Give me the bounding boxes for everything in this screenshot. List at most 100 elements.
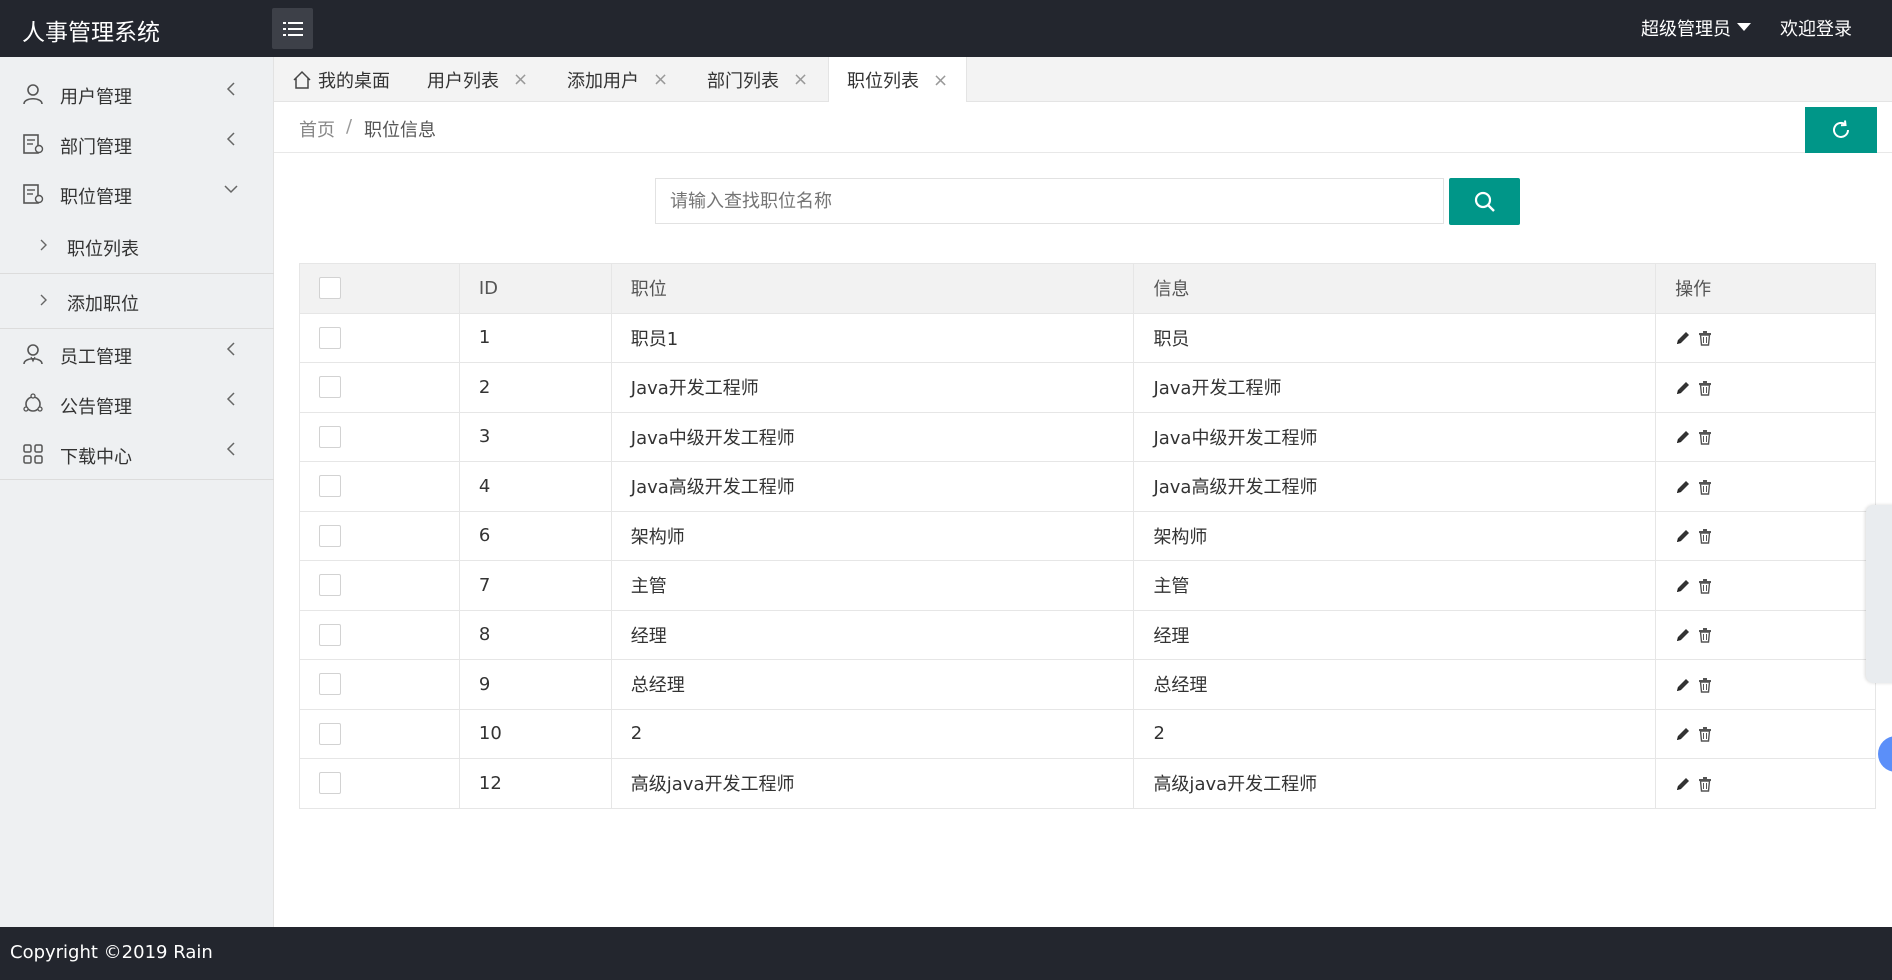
- delete-icon[interactable]: [1697, 330, 1713, 346]
- delete-icon[interactable]: [1697, 479, 1713, 495]
- cell-id: 12: [458, 758, 612, 809]
- sidebar-item-department-management[interactable]: 部门管理: [0, 119, 274, 169]
- close-icon[interactable]: ×: [653, 69, 668, 90]
- edit-icon[interactable]: [1675, 677, 1691, 693]
- tab-my-desktop[interactable]: 我的桌面: [292, 57, 390, 102]
- sidebar-item-label: 公告管理: [60, 397, 132, 418]
- edit-icon[interactable]: [1675, 627, 1691, 643]
- sidebar-item-employee-management[interactable]: 员工管理: [0, 329, 274, 379]
- edit-icon[interactable]: [1675, 429, 1691, 445]
- tab-user-list[interactable]: 用户列表 ×: [427, 57, 528, 102]
- position-search-input[interactable]: [655, 178, 1444, 224]
- sidebar-subitem-label: 添加职位: [67, 294, 139, 315]
- app-title: 人事管理系统: [22, 20, 160, 46]
- tab-bar: 我的桌面 用户列表 × 添加用户 × 部门列表 × 职位列表 ×: [274, 57, 1892, 103]
- refresh-icon: [1833, 120, 1849, 138]
- row-checkbox[interactable]: [319, 475, 341, 498]
- delete-icon[interactable]: [1697, 528, 1713, 544]
- close-icon[interactable]: ×: [513, 69, 528, 90]
- welcome-link[interactable]: 欢迎登录: [1780, 15, 1852, 41]
- table-row: 6 架构师 架构师: [299, 510, 1876, 561]
- cell-actions: [1655, 609, 1876, 660]
- delete-icon[interactable]: [1697, 776, 1713, 792]
- row-checkbox[interactable]: [319, 574, 341, 597]
- tab-position-list[interactable]: 职位列表 ×: [828, 57, 968, 103]
- row-checkbox[interactable]: [319, 722, 341, 745]
- breadcrumb-separator: /: [346, 116, 353, 137]
- breadcrumb-home[interactable]: 首页: [299, 116, 335, 142]
- sidebar-item-user-management[interactable]: 用户管理: [0, 69, 274, 119]
- chevron-right-icon: [40, 239, 47, 251]
- edit-icon[interactable]: [1675, 726, 1691, 742]
- select-all-checkbox[interactable]: [319, 277, 341, 300]
- tab-add-user[interactable]: 添加用户 ×: [567, 57, 668, 102]
- cell-actions: [1655, 312, 1876, 363]
- table-row: 3 Java中级开发工程师 Java中级开发工程师: [299, 411, 1876, 462]
- cell-position: 经理: [610, 609, 1135, 660]
- sidebar-item-position-management[interactable]: 职位管理: [0, 169, 274, 219]
- close-icon[interactable]: ×: [793, 69, 808, 90]
- cell-info: Java开发工程师: [1133, 362, 1657, 413]
- edit-icon[interactable]: [1675, 578, 1691, 594]
- cell-actions: [1655, 708, 1876, 759]
- tab-label: 用户列表: [427, 70, 499, 92]
- user-icon: [23, 84, 43, 105]
- tab-department-list[interactable]: 部门列表 ×: [707, 57, 808, 102]
- cell-actions: [1655, 461, 1876, 512]
- position-icon: [23, 184, 44, 204]
- floating-assistant-button[interactable]: [1878, 736, 1892, 772]
- breadcrumb-current: 职位信息: [364, 120, 436, 141]
- edit-icon[interactable]: [1675, 330, 1691, 346]
- employee-icon: [23, 344, 43, 365]
- position-table: ID 职位 信息 操作 1 职员1 职员 2 Java开发工程师 Java开发工程师 3 Ja…: [299, 263, 1876, 809]
- delete-icon[interactable]: [1697, 429, 1713, 445]
- delete-icon[interactable]: [1697, 578, 1713, 594]
- column-header-id: ID: [458, 263, 612, 314]
- cell-id: 8: [458, 609, 612, 660]
- sidebar-subitem-position-list[interactable]: 职位列表: [0, 219, 274, 273]
- delete-icon[interactable]: [1697, 627, 1713, 643]
- admin-user-label: 超级管理员: [1641, 19, 1731, 40]
- delete-icon[interactable]: [1697, 380, 1713, 396]
- column-header-actions: 操作: [1655, 263, 1876, 314]
- tab-label: 我的桌面: [318, 70, 390, 92]
- cell-actions: [1655, 758, 1876, 809]
- floating-side-widget[interactable]: [1866, 505, 1892, 683]
- caret-down-icon: [1737, 23, 1751, 31]
- cell-position: Java高级开发工程师: [610, 461, 1135, 512]
- row-checkbox[interactable]: [319, 425, 341, 448]
- table-row: 2 Java开发工程师 Java开发工程师: [299, 362, 1876, 413]
- cell-position: Java开发工程师: [610, 362, 1135, 413]
- close-icon[interactable]: ×: [933, 70, 948, 91]
- table-row: 4 Java高级开发工程师 Java高级开发工程师: [299, 461, 1876, 512]
- cell-info: 2: [1133, 708, 1657, 759]
- row-checkbox[interactable]: [319, 524, 341, 547]
- cell-info: 总经理: [1133, 659, 1657, 710]
- row-checkbox[interactable]: [319, 673, 341, 696]
- notice-icon: [23, 393, 43, 412]
- row-checkbox[interactable]: [319, 623, 341, 646]
- row-checkbox[interactable]: [319, 772, 341, 795]
- edit-icon[interactable]: [1675, 528, 1691, 544]
- cell-position: 总经理: [610, 659, 1135, 710]
- delete-icon[interactable]: [1697, 677, 1713, 693]
- admin-user-menu[interactable]: 超级管理员: [1641, 15, 1751, 41]
- edit-icon[interactable]: [1675, 380, 1691, 396]
- row-select-cell: [299, 510, 460, 561]
- sidebar-item-download-center[interactable]: 下载中心: [0, 429, 274, 479]
- row-checkbox[interactable]: [319, 376, 341, 399]
- search-button[interactable]: [1449, 178, 1520, 225]
- sidebar-divider: [0, 479, 274, 480]
- menu-toggle-button[interactable]: [272, 8, 313, 49]
- cell-id: 4: [458, 461, 612, 512]
- sidebar-subitem-add-position[interactable]: 添加职位: [0, 274, 274, 328]
- edit-icon[interactable]: [1675, 776, 1691, 792]
- row-select-cell: [299, 708, 460, 759]
- row-checkbox[interactable]: [319, 326, 341, 349]
- delete-icon[interactable]: [1697, 726, 1713, 742]
- sidebar-item-notice-management[interactable]: 公告管理: [0, 379, 274, 429]
- row-select-cell: [299, 560, 460, 611]
- menu-icon: [282, 21, 303, 36]
- refresh-button[interactable]: [1805, 107, 1877, 153]
- edit-icon[interactable]: [1675, 479, 1691, 495]
